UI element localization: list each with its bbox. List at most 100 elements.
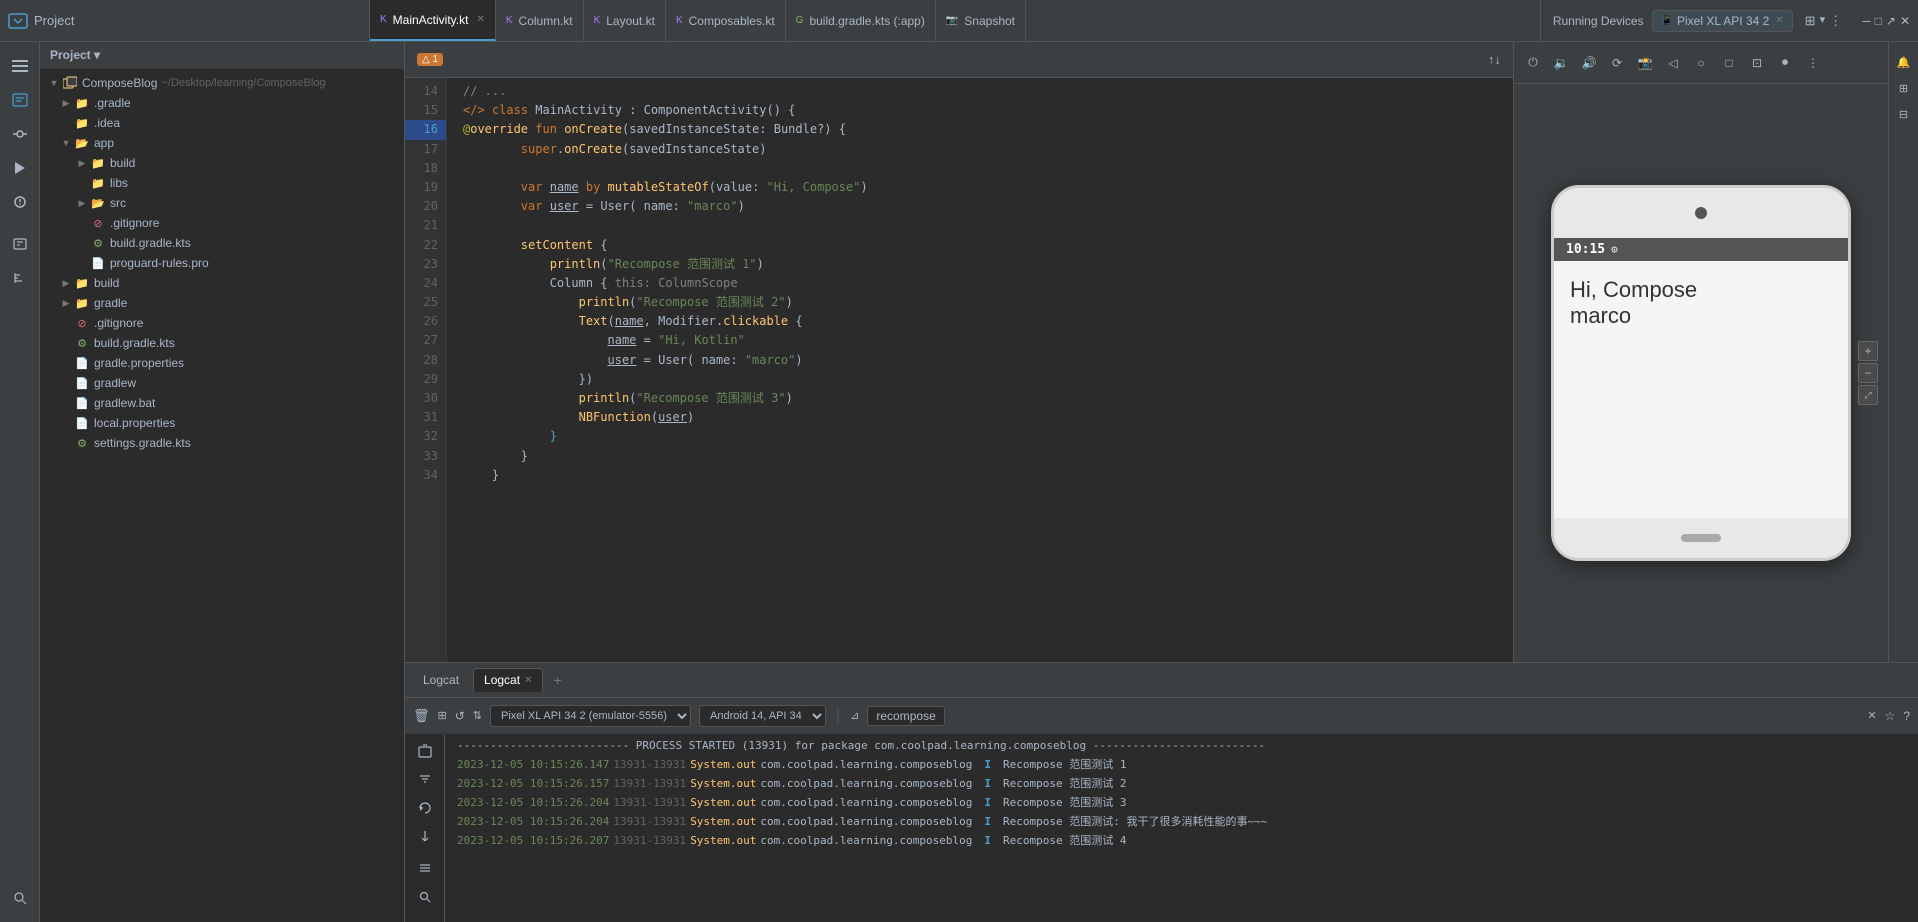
home-btn[interactable]: ○ xyxy=(1690,52,1712,74)
sidebar-icon-project[interactable] xyxy=(4,84,36,116)
zoom-fit-btn[interactable]: ⤢ xyxy=(1858,385,1878,405)
power-btn[interactable]: ⏻ xyxy=(1522,52,1544,74)
tree-item-gradle-props[interactable]: ▶ 📄 gradle.properties xyxy=(40,353,404,373)
tab-mainactivity-close[interactable]: ✕ xyxy=(476,14,484,25)
tab-mainactivity[interactable]: K MainActivity.kt ✕ xyxy=(370,0,496,41)
tree-item-proguard[interactable]: ▶ 📄 proguard-rules.pro xyxy=(40,253,404,273)
expand-icon[interactable]: ↗ xyxy=(1886,14,1896,28)
logcat-clear-icon[interactable]: 🗑 xyxy=(413,708,430,724)
fold-btn[interactable]: ⊡ xyxy=(1746,52,1768,74)
logcat-close-icon[interactable]: ✕ xyxy=(1867,709,1876,722)
topbar-extra-icons: ⊞ ▾ ⋮ xyxy=(1805,13,1842,29)
sidebar-icon-search[interactable] xyxy=(4,882,36,914)
record-btn[interactable]: ⏺ xyxy=(1774,52,1796,74)
dropdown-icon[interactable]: ▾ xyxy=(1820,13,1826,29)
sidebar-icon-run[interactable] xyxy=(4,152,36,184)
tree-item-app[interactable]: ▼ 📂 app xyxy=(40,133,404,153)
maximize-icon[interactable]: □ xyxy=(1875,14,1882,28)
warning-count: △ 1 xyxy=(417,53,443,66)
logcat-api-selector[interactable]: Android 14, API 34 xyxy=(699,705,826,727)
logcat-icon-refresh[interactable] xyxy=(411,795,439,821)
tree-item-app-build[interactable]: ▶ 📁 build xyxy=(40,153,404,173)
device-tab-close[interactable]: ✕ xyxy=(1775,15,1783,26)
tab-layout-label: Layout.kt xyxy=(606,14,655,28)
arrow-gradle-dir: ▶ xyxy=(60,297,72,309)
logcat-icon-search2[interactable] xyxy=(411,884,439,910)
folder-icon-app-build: 📁 xyxy=(90,155,106,171)
close-icon[interactable]: ✕ xyxy=(1900,14,1910,28)
tab-column[interactable]: K Column.kt xyxy=(496,0,584,41)
logcat-help-icon[interactable]: ? xyxy=(1903,709,1910,723)
tab-layout[interactable]: K Layout.kt xyxy=(584,0,666,41)
top-bar: Project K MainActivity.kt ✕ K Column.kt … xyxy=(0,0,1918,42)
topbar-right-icons: ─ □ ↗ ✕ xyxy=(1854,14,1918,28)
back-btn[interactable]: ◁ xyxy=(1662,52,1684,74)
logcat-tab-2[interactable]: Logcat ✕ xyxy=(473,668,543,692)
zoom-out-btn[interactable]: − xyxy=(1858,363,1878,383)
tree-item-src[interactable]: ▶ 📂 src xyxy=(40,193,404,213)
logcat-icon-settings[interactable] xyxy=(411,855,439,881)
rotate-btn[interactable]: ⟳ xyxy=(1606,52,1628,74)
tree-item-gradlew[interactable]: ▶ 📄 gradlew xyxy=(40,373,404,393)
log-0-level: I xyxy=(984,758,991,771)
volume-up-btn[interactable]: 🔊 xyxy=(1578,52,1600,74)
log-4-pid: 13931-13931 xyxy=(613,832,686,849)
right-icon-grid[interactable]: ⊟ xyxy=(1892,102,1916,126)
logcat-device-selector[interactable]: Pixel XL API 34 2 (emulator-5556) xyxy=(490,705,691,727)
logcat-tab-2-close[interactable]: ✕ xyxy=(524,675,532,686)
more-device-btn[interactable]: ⋮ xyxy=(1802,52,1824,74)
expand-editor-icon[interactable]: ↑↓ xyxy=(1488,52,1501,67)
log-4-tag: System.out xyxy=(690,832,756,849)
logcat-settings-icon[interactable]: ⇅ xyxy=(473,709,482,722)
more-icon[interactable]: ⋮ xyxy=(1829,13,1842,29)
log-4-msg: Recompose 范围测试 4 xyxy=(1003,832,1126,849)
minimize-icon[interactable]: ─ xyxy=(1862,14,1871,28)
tree-item-idea[interactable]: ▶ 📁 .idea xyxy=(40,113,404,133)
tree-item-root-gitignore[interactable]: ▶ ⊘ .gitignore xyxy=(40,313,404,333)
logcat-content[interactable]: -------------------------- PROCESS START… xyxy=(445,734,1918,922)
tree-item-settings-gradle[interactable]: ▶ ⚙ settings.gradle.kts xyxy=(40,433,404,453)
right-icon-notifications[interactable]: 🔔 xyxy=(1892,50,1916,74)
sidebar-icon-todo[interactable] xyxy=(4,228,36,260)
log-1-level: I xyxy=(984,777,991,790)
layout-icon[interactable]: ⊞ xyxy=(1805,13,1816,29)
add-logcat-tab[interactable]: + xyxy=(547,670,567,690)
code-area[interactable]: 14 15 16 17 18 19 20 21 22 23 24 25 26 2… xyxy=(405,78,1513,662)
logcat-icon-delete[interactable] xyxy=(411,738,439,764)
logcat-scroll-icon[interactable]: ⊞ xyxy=(438,709,447,722)
tab-snapshot[interactable]: 📷 Snapshot xyxy=(936,0,1026,41)
sidebar-icon-debug[interactable] xyxy=(4,186,36,218)
log-4-pkg: com.coolpad.learning.composeblog xyxy=(760,832,972,849)
logcat-icon-filter[interactable] xyxy=(411,766,439,792)
recent-btn[interactable]: □ xyxy=(1718,52,1740,74)
tab-buildgradle[interactable]: G build.gradle.kts (:app) xyxy=(786,0,936,41)
zoom-in-btn[interactable]: + xyxy=(1858,341,1878,361)
tree-item-composeblog[interactable]: ▼ ComposeBlog ~/Desktop/learning/Compose… xyxy=(40,73,404,93)
logcat-refresh-icon[interactable]: ↺ xyxy=(455,709,465,723)
tree-item-root-build[interactable]: ▶ 📁 build xyxy=(40,273,404,293)
tree-item-gradle-hidden[interactable]: ▶ 📁 .gradle xyxy=(40,93,404,113)
tree-item-local-props[interactable]: ▶ 📄 local.properties xyxy=(40,413,404,433)
tree-item-app-gradle[interactable]: ▶ ⚙ build.gradle.kts xyxy=(40,233,404,253)
volume-down-btn[interactable]: 🔉 xyxy=(1550,52,1572,74)
device-tab[interactable]: 📱 Pixel XL API 34 2 ✕ xyxy=(1652,10,1793,32)
tree-item-libs[interactable]: ▶ 📁 libs xyxy=(40,173,404,193)
phone-marco-text: marco xyxy=(1570,303,1832,329)
right-icon-layout[interactable]: ⊞ xyxy=(1892,76,1916,100)
device-controls: ⏻ 🔉 🔊 ⟳ 📸 ◁ ○ □ ⊡ ⏺ ⋮ xyxy=(1522,52,1824,74)
screenshot-btn[interactable]: 📸 xyxy=(1634,52,1656,74)
sidebar-icon-hamburger[interactable] xyxy=(4,50,36,82)
sidebar-icon-structure[interactable] xyxy=(4,262,36,294)
logcat-tab-1[interactable]: Logcat xyxy=(413,669,469,691)
tree-item-root-gradle[interactable]: ▶ ⚙ build.gradle.kts xyxy=(40,333,404,353)
code-content[interactable]: // ... </> class MainActivity : Componen… xyxy=(447,78,1513,662)
sidebar-icon-commit[interactable] xyxy=(4,118,36,150)
folder-icon-gradle-hidden: 📁 xyxy=(74,95,90,111)
log-process-text: -------------------------- PROCESS START… xyxy=(457,737,1265,754)
logcat-icon-scroll[interactable] xyxy=(411,823,439,849)
tree-item-gradlew-bat[interactable]: ▶ 📄 gradlew.bat xyxy=(40,393,404,413)
tree-item-app-gitignore[interactable]: ▶ ⊘ .gitignore xyxy=(40,213,404,233)
tree-item-gradle-dir[interactable]: ▶ 📁 gradle xyxy=(40,293,404,313)
tab-composables[interactable]: K Composables.kt xyxy=(666,0,786,41)
logcat-star-icon[interactable]: ☆ xyxy=(1885,709,1896,723)
